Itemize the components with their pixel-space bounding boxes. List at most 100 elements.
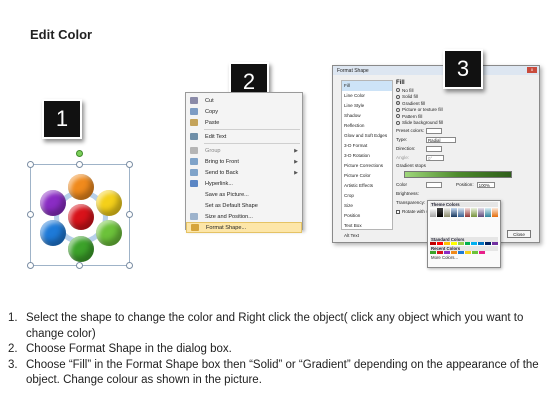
swatch[interactable] — [472, 251, 478, 254]
nav-item-text-box[interactable]: Text Box — [342, 221, 392, 231]
angle-field[interactable]: 0° — [426, 154, 444, 161]
swatch[interactable] — [436, 207, 443, 217]
orange-circle[interactable] — [68, 174, 94, 200]
resize-handle-t[interactable] — [76, 161, 83, 168]
red-circle[interactable] — [68, 204, 94, 230]
nav-item-picture-corrections[interactable]: Picture Corrections — [342, 161, 392, 171]
nav-item-shadow[interactable]: Shadow — [342, 111, 392, 121]
swatch[interactable] — [443, 242, 450, 245]
menu-item-cut[interactable]: Cut — [186, 95, 302, 106]
swatch[interactable] — [430, 242, 436, 245]
nav-item-3d-rotation[interactable]: 3-D Rotation — [342, 151, 392, 161]
swatch[interactable] — [451, 251, 457, 254]
swatch[interactable] — [464, 207, 471, 217]
dialog-close-icon[interactable]: x — [527, 67, 537, 73]
nav-item-picture-color[interactable]: Picture Color — [342, 171, 392, 181]
position-label: Position: — [456, 182, 474, 187]
direction-label: Direction: — [396, 146, 416, 151]
type-select[interactable]: Radial — [426, 136, 456, 143]
swatch[interactable] — [450, 242, 457, 245]
swatch[interactable] — [450, 207, 457, 217]
green-circle[interactable] — [68, 236, 94, 262]
preset-colors-label: Preset colors: — [396, 128, 425, 133]
bring-front-icon — [190, 158, 198, 165]
swatch[interactable] — [485, 242, 492, 245]
type-label: Type: — [396, 137, 408, 142]
close-button[interactable]: Close — [507, 230, 531, 238]
group-icon — [190, 147, 198, 154]
resize-handle-tr[interactable] — [126, 161, 133, 168]
rotate-checkbox[interactable] — [396, 209, 400, 214]
light-green-circle[interactable] — [96, 220, 122, 246]
menu-item-edit-text[interactable]: Edit Text — [186, 131, 302, 142]
menu-item-paste[interactable]: Paste — [186, 117, 302, 128]
yellow-circle[interactable] — [96, 190, 122, 216]
nav-item-artistic-effects[interactable]: Artistic Effects — [342, 181, 392, 191]
swatch[interactable] — [485, 207, 492, 217]
send-back-icon — [190, 169, 198, 176]
nav-item-glow[interactable]: Glow and Soft Edges — [342, 131, 392, 141]
nav-item-line-color[interactable]: Line Color — [342, 91, 392, 101]
menu-item-copy[interactable]: Copy — [186, 106, 302, 117]
direction-dropdown[interactable] — [426, 145, 442, 152]
swatch[interactable] — [471, 242, 478, 245]
menu-item-format-shape[interactable]: Format Shape... — [186, 222, 302, 233]
swatch[interactable] — [444, 251, 450, 254]
nav-item-fill[interactable]: Fill — [342, 81, 392, 91]
menu-item-bring-to-front[interactable]: Bring to Front ▶ — [186, 156, 302, 167]
paste-icon — [190, 119, 198, 126]
swatch[interactable] — [457, 242, 464, 245]
swatch[interactable] — [465, 251, 471, 254]
size-icon — [190, 213, 198, 220]
menu-item-size-position[interactable]: Size and Position... — [186, 211, 302, 222]
nav-item-3d-format[interactable]: 3-D Format — [342, 141, 392, 151]
hyperlink-icon — [190, 180, 198, 187]
swatch[interactable] — [478, 207, 485, 217]
resize-handle-l[interactable] — [27, 211, 34, 218]
menu-item-group[interactable]: Group ▶ — [186, 145, 302, 156]
color-label: Color — [396, 182, 407, 187]
position-field[interactable]: 100% — [476, 181, 495, 188]
resize-handle-br[interactable] — [126, 262, 133, 269]
nav-item-reflection[interactable]: Reflection — [342, 121, 392, 131]
nav-item-alt-text[interactable]: Alt Text — [342, 231, 392, 241]
swatch[interactable] — [436, 242, 443, 245]
circular-shape-group[interactable] — [27, 150, 133, 269]
instruction-item: 1. Select the shape to change the color a… — [8, 312, 524, 340]
swatch[interactable] — [479, 251, 485, 254]
swatch[interactable] — [437, 251, 443, 254]
nav-item-line-style[interactable]: Line Style — [342, 101, 392, 111]
menu-item-save-as-picture[interactable]: Save as Picture... — [186, 189, 302, 200]
swatch[interactable] — [443, 207, 450, 217]
swatch[interactable] — [430, 251, 436, 254]
more-colors-link[interactable]: More Colors... — [430, 255, 498, 260]
resize-handle-bl[interactable] — [27, 262, 34, 269]
resize-handle-tl[interactable] — [27, 161, 34, 168]
resize-handle-r[interactable] — [126, 211, 133, 218]
preset-colors-dropdown[interactable] — [426, 127, 442, 134]
swatch[interactable] — [478, 242, 485, 245]
swatch[interactable] — [458, 251, 464, 254]
swatch[interactable] — [492, 207, 499, 217]
purple-circle[interactable] — [40, 190, 66, 216]
resize-handle-b[interactable] — [76, 262, 83, 269]
swatch[interactable] — [492, 242, 499, 245]
menu-item-set-default-shape[interactable]: Set as Default Shape — [186, 200, 302, 211]
swatch[interactable] — [471, 207, 478, 217]
rotation-handle[interactable] — [76, 150, 83, 157]
color-dropdown[interactable] — [426, 181, 442, 188]
swatch[interactable] — [464, 242, 471, 245]
swatch[interactable] — [457, 207, 464, 217]
standard-color-row — [430, 242, 499, 245]
nav-item-crop[interactable]: Crop — [342, 191, 392, 201]
swatch[interactable] — [430, 207, 436, 217]
menu-item-send-to-back[interactable]: Send to Back ▶ — [186, 167, 302, 178]
blue-circle[interactable] — [40, 220, 66, 246]
menu-item-hyperlink[interactable]: Hyperlink... — [186, 178, 302, 189]
submenu-arrow-icon: ▶ — [294, 158, 298, 165]
gradient-stops-bar[interactable] — [404, 171, 512, 178]
nav-item-position[interactable]: Position — [342, 211, 392, 221]
step-3-badge: 3 — [443, 49, 483, 89]
nav-item-size[interactable]: Size — [342, 201, 392, 211]
standard-colors-label: Standard Colors — [430, 236, 498, 242]
